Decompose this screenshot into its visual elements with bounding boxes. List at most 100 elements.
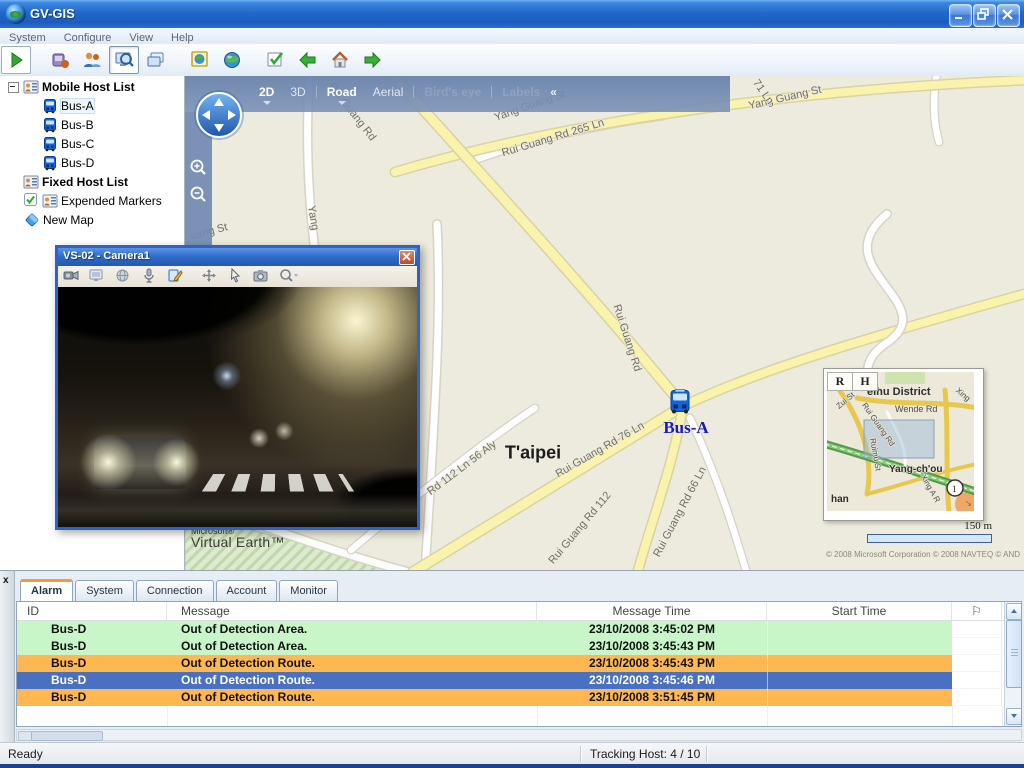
panel-close-icon[interactable]: x	[3, 576, 9, 586]
table-row[interactable]: Bus-DOut of Detection Route.23/10/2008 3…	[17, 689, 1021, 706]
minimap-hybrid-button[interactable]: H	[852, 372, 878, 391]
minimize-button[interactable]	[949, 4, 972, 27]
camera-move-icon[interactable]	[198, 267, 220, 285]
camera-mic-icon[interactable]	[138, 267, 160, 285]
menu-system[interactable]: System	[0, 31, 55, 45]
minimap-road-button[interactable]: R	[827, 372, 853, 391]
camera-globe-icon[interactable]	[112, 267, 134, 285]
cell-message: Out of Detection Route.	[167, 672, 537, 689]
table-row[interactable]: Bus-DOut of Detection Route.23/10/2008 3…	[17, 672, 1021, 689]
host-settings-button[interactable]	[45, 46, 75, 74]
menu-help[interactable]: Help	[162, 31, 203, 45]
close-button[interactable]	[997, 4, 1020, 27]
table-row[interactable]: Bus-DOut of Detection Route.23/10/2008 3…	[17, 655, 1021, 672]
camera-monitor-icon[interactable]	[86, 267, 108, 285]
scroll-down-icon[interactable]	[1006, 708, 1022, 725]
column-header-message-time[interactable]: Message Time	[537, 602, 767, 620]
people-icon	[82, 50, 102, 70]
hscroll-left-icon[interactable]	[18, 731, 32, 741]
map-zoom-out-button[interactable]	[189, 185, 208, 204]
globe-button[interactable]	[217, 46, 247, 74]
map-style-2d[interactable]: 2D	[251, 83, 282, 101]
mapmon-icon	[190, 50, 210, 70]
cell-filter	[952, 638, 1002, 655]
camera-toolbar	[58, 266, 417, 288]
tree-item-bus-d[interactable]: Bus-D	[0, 155, 184, 171]
start-monitor-button[interactable]	[1, 46, 31, 74]
tree-item-label: Bus-B	[61, 118, 94, 132]
view-monitor-button[interactable]	[109, 46, 139, 74]
camera-window[interactable]: VS-02 - Camera1	[55, 245, 420, 530]
tab-account[interactable]: Account	[216, 580, 278, 601]
tab-alarm[interactable]: Alarm	[20, 579, 73, 601]
globe-icon	[222, 50, 242, 70]
edit-mode-button[interactable]	[261, 46, 291, 74]
minimap-label: Wende Rd	[895, 404, 937, 414]
map-style-3d[interactable]: 3D	[282, 83, 313, 101]
tree-item-expended-markers[interactable]: Expended Markers	[0, 193, 184, 209]
table-vertical-scrollbar[interactable]	[1004, 602, 1021, 726]
map-pan-compass[interactable]	[192, 88, 246, 147]
filter-flag-icon[interactable]: ⚐	[952, 602, 1002, 620]
hscroll-thumb[interactable]	[31, 731, 103, 741]
hostlist-icon	[23, 79, 39, 95]
map-style--[interactable]: «	[548, 83, 559, 101]
map-style-road[interactable]: Road	[319, 83, 365, 101]
home-button[interactable]	[325, 46, 355, 74]
table-horizontal-scrollbar[interactable]	[16, 729, 1022, 741]
camera-camcorder-icon[interactable]	[60, 267, 82, 285]
column-header-message[interactable]: Message	[167, 602, 537, 620]
dropdown-caret-icon	[263, 101, 271, 105]
tracking-host-text: Tracking Host: 4 / 10	[590, 747, 700, 761]
tree-expander-icon[interactable]	[8, 82, 19, 93]
newmap-icon	[24, 212, 40, 228]
tab-system[interactable]: System	[75, 580, 134, 601]
column-header-id[interactable]: ID	[17, 602, 167, 620]
table-row[interactable]: Bus-DOut of Detection Area.23/10/2008 3:…	[17, 638, 1021, 655]
map-monitor-button[interactable]	[185, 46, 215, 74]
tab-connection[interactable]: Connection	[136, 580, 214, 601]
tab-monitor[interactable]: Monitor	[279, 580, 338, 601]
map-toolbar-separator	[413, 86, 414, 98]
overview-minimap[interactable]: 1 eihu DistrictWende RdYang-ch'ouhanZui …	[823, 368, 984, 521]
main-toolbar	[0, 44, 1024, 77]
table-row[interactable]: Bus-DOut of Detection Area.23/10/2008 3:…	[17, 621, 1021, 638]
camera-close-button[interactable]	[399, 250, 415, 265]
panel-grip[interactable]	[0, 571, 15, 743]
map-zoom-in-button[interactable]	[189, 158, 208, 177]
tree-item-new-map[interactable]: New Map	[0, 212, 184, 228]
forward-button[interactable]	[357, 46, 387, 74]
cell-id: Bus-D	[17, 638, 167, 655]
windows-button[interactable]	[141, 46, 171, 74]
tree-item-label: Mobile Host List	[42, 80, 135, 94]
camera-snapshot-icon[interactable]	[250, 267, 272, 285]
menu-configure[interactable]: Configure	[55, 31, 121, 45]
tree-item-mobile-host-list[interactable]: Mobile Host List	[0, 79, 184, 95]
home-icon	[330, 50, 350, 70]
restore-button[interactable]	[973, 4, 996, 27]
minimap-resize-handle[interactable]: ↘	[964, 498, 972, 509]
scroll-up-icon[interactable]	[1006, 603, 1022, 620]
menu-view[interactable]: View	[120, 31, 162, 45]
back-button[interactable]	[293, 46, 323, 74]
camera-title-bar[interactable]: VS-02 - Camera1	[58, 248, 417, 266]
accounts-button[interactable]	[77, 46, 107, 74]
tree-item-label: New Map	[43, 213, 94, 227]
title-bar[interactable]: GV-GIS	[0, 0, 1024, 28]
map-style-aerial[interactable]: Aerial	[365, 83, 412, 101]
screen-bottom-edge	[0, 764, 1024, 768]
checkbox-checked-icon[interactable]	[24, 193, 39, 209]
camera-cursor-icon[interactable]	[224, 267, 246, 285]
bus-a-marker-icon[interactable]	[667, 389, 693, 420]
bus-a-marker-label: Bus-A	[663, 418, 708, 438]
cell-start-time	[767, 655, 952, 672]
camera-zoom-icon[interactable]	[276, 267, 298, 285]
scroll-thumb[interactable]	[1006, 620, 1022, 688]
column-header-start-time[interactable]: Start Time	[767, 602, 952, 620]
tree-item-bus-b[interactable]: Bus-B	[0, 117, 184, 133]
play-icon	[6, 50, 26, 70]
tree-item-fixed-host-list[interactable]: Fixed Host List	[0, 174, 184, 190]
tree-item-bus-a[interactable]: Bus-A	[0, 98, 184, 114]
tree-item-bus-c[interactable]: Bus-C	[0, 136, 184, 152]
camera-edit-icon[interactable]	[164, 267, 186, 285]
